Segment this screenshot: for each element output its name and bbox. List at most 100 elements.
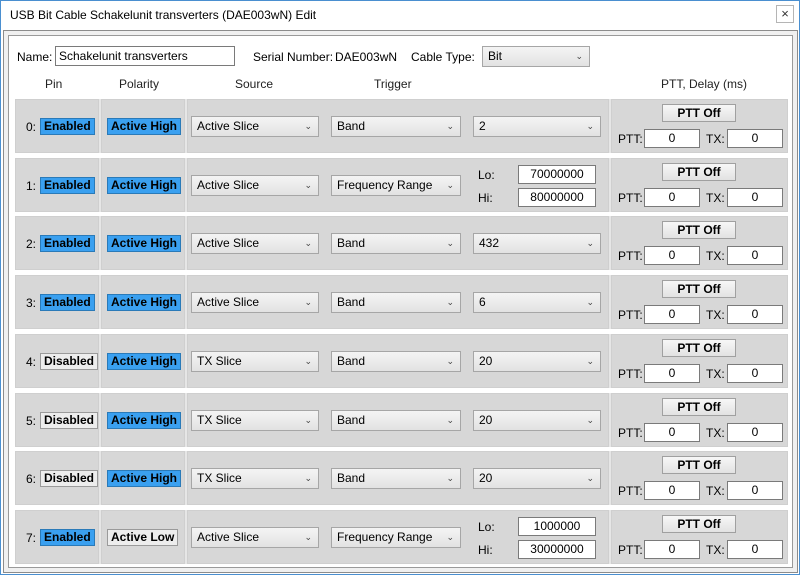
polarity-toggle[interactable]: Active High	[107, 294, 182, 311]
serial-label: Serial Number:	[253, 50, 334, 64]
source-select[interactable]: Active Slice ⌄	[191, 527, 319, 548]
polarity-toggle[interactable]: Active High	[107, 353, 182, 370]
tx-delay-input[interactable]: 0	[727, 540, 783, 559]
trigger-select[interactable]: Band ⌄	[331, 468, 461, 489]
pin-number: 4:	[26, 355, 37, 369]
polarity-toggle[interactable]: Active High	[107, 118, 182, 135]
pin-enable-toggle[interactable]: Enabled	[40, 118, 95, 135]
trigger-select[interactable]: Band ⌄	[331, 410, 461, 431]
polarity-cell: Active Low	[101, 510, 185, 564]
hi-frequency-input[interactable]: 80000000	[518, 188, 596, 207]
band-value: 2	[479, 119, 486, 133]
pin-enable-toggle[interactable]: Enabled	[40, 235, 95, 252]
ptt-delay-input[interactable]: 0	[644, 481, 700, 500]
trigger-value: Band	[337, 236, 366, 250]
lo-frequency-input[interactable]: 70000000	[518, 165, 596, 184]
chevron-down-icon: ⌄	[446, 415, 454, 425]
tx-label: TX:	[706, 484, 725, 498]
ptt-off-button[interactable]: PTT Off	[662, 104, 736, 122]
close-button[interactable]: ×	[776, 5, 794, 23]
band-select[interactable]: 20 ⌄	[473, 410, 601, 431]
tx-label: TX:	[706, 191, 725, 205]
tx-delay-input[interactable]: 0	[727, 305, 783, 324]
chevron-down-icon: ⌄	[586, 415, 594, 425]
ptt-cell: PTT Off PTT: 0 TX: 0	[611, 510, 788, 564]
polarity-toggle[interactable]: Active Low	[107, 529, 179, 546]
ptt-off-button[interactable]: PTT Off	[662, 515, 736, 533]
source-select[interactable]: TX Slice ⌄	[191, 468, 319, 489]
ptt-off-button[interactable]: PTT Off	[662, 339, 736, 357]
name-input[interactable]: Schakelunit transverters	[55, 46, 235, 66]
pin-cell: 6: Disabled	[15, 451, 99, 505]
ptt-delay-input[interactable]: 0	[644, 246, 700, 265]
source-trigger-cell: Active Slice ⌄ Frequency Range ⌄ Lo: 70000000…	[187, 158, 609, 212]
cable-type-label: Cable Type:	[411, 50, 475, 64]
tx-delay-input[interactable]: 0	[727, 129, 783, 148]
band-value: 432	[479, 236, 500, 250]
ptt-delay-input[interactable]: 0	[644, 423, 700, 442]
tx-delay-input[interactable]: 0	[727, 481, 783, 500]
chevron-down-icon: ⌄	[304, 180, 312, 190]
pin-enable-toggle[interactable]: Enabled	[40, 529, 95, 546]
trigger-select[interactable]: Band ⌄	[331, 292, 461, 313]
source-select[interactable]: TX Slice ⌄	[191, 410, 319, 431]
ptt-delay-input[interactable]: 0	[644, 188, 700, 207]
tx-delay-input[interactable]: 0	[727, 364, 783, 383]
band-select[interactable]: 432 ⌄	[473, 233, 601, 254]
chevron-down-icon: ⌄	[446, 356, 454, 366]
band-select[interactable]: 6 ⌄	[473, 292, 601, 313]
ptt-off-button[interactable]: PTT Off	[662, 221, 736, 239]
ptt-cell: PTT Off PTT: 0 TX: 0	[611, 275, 788, 329]
trigger-select[interactable]: Frequency Range ⌄	[331, 175, 461, 196]
ptt-delay-input[interactable]: 0	[644, 364, 700, 383]
ptt-label: PTT:	[618, 191, 643, 205]
source-select[interactable]: Active Slice ⌄	[191, 175, 319, 196]
ptt-off-button[interactable]: PTT Off	[662, 163, 736, 181]
pin-enable-toggle[interactable]: Enabled	[40, 177, 95, 194]
ptt-cell: PTT Off PTT: 0 TX: 0	[611, 99, 788, 153]
tx-delay-input[interactable]: 0	[727, 423, 783, 442]
source-select[interactable]: Active Slice ⌄	[191, 292, 319, 313]
pin-row: 1: Enabled Active High Active Slice ⌄ Frequen…	[15, 158, 788, 212]
band-select[interactable]: 20 ⌄	[473, 351, 601, 372]
trigger-select[interactable]: Band ⌄	[331, 351, 461, 372]
cable-type-select[interactable]: Bit ⌄	[482, 46, 590, 67]
polarity-cell: Active High	[101, 99, 185, 153]
tx-delay-input[interactable]: 0	[727, 246, 783, 265]
polarity-toggle[interactable]: Active High	[107, 470, 182, 487]
ptt-off-button[interactable]: PTT Off	[662, 280, 736, 298]
pin-enable-toggle[interactable]: Disabled	[40, 353, 99, 370]
pin-enable-toggle[interactable]: Enabled	[40, 294, 95, 311]
tx-delay-input[interactable]: 0	[727, 188, 783, 207]
trigger-value: Band	[337, 471, 366, 485]
pin-cell: 5: Disabled	[15, 393, 99, 447]
polarity-toggle[interactable]: Active High	[107, 235, 182, 252]
trigger-value: Band	[337, 413, 366, 427]
ptt-off-button[interactable]: PTT Off	[662, 398, 736, 416]
hi-frequency-input[interactable]: 30000000	[518, 540, 596, 559]
source-select[interactable]: TX Slice ⌄	[191, 351, 319, 372]
trigger-select[interactable]: Band ⌄	[331, 233, 461, 254]
pin-row: 3: Enabled Active High Active Slice ⌄ Band ⌄ 6 ⌄…	[15, 275, 788, 329]
pin-enable-toggle[interactable]: Disabled	[40, 412, 99, 429]
ptt-delay-input[interactable]: 0	[644, 305, 700, 324]
lo-frequency-input[interactable]: 1000000	[518, 517, 596, 536]
trigger-select[interactable]: Frequency Range ⌄	[331, 527, 461, 548]
tx-label: TX:	[706, 543, 725, 557]
ptt-label: PTT:	[618, 484, 643, 498]
polarity-toggle[interactable]: Active High	[107, 412, 182, 429]
source-select[interactable]: Active Slice ⌄	[191, 116, 319, 137]
ptt-delay-input[interactable]: 0	[644, 129, 700, 148]
pin-number: 1:	[26, 179, 37, 193]
source-select[interactable]: Active Slice ⌄	[191, 233, 319, 254]
source-value: Active Slice	[197, 178, 260, 192]
ptt-off-button[interactable]: PTT Off	[662, 456, 736, 474]
trigger-select[interactable]: Band ⌄	[331, 116, 461, 137]
pin-enable-toggle[interactable]: Disabled	[40, 470, 99, 487]
band-select[interactable]: 20 ⌄	[473, 468, 601, 489]
band-select[interactable]: 2 ⌄	[473, 116, 601, 137]
polarity-toggle[interactable]: Active High	[107, 177, 182, 194]
band-value: 20	[479, 413, 493, 427]
hi-label: Hi:	[478, 543, 493, 557]
ptt-delay-input[interactable]: 0	[644, 540, 700, 559]
